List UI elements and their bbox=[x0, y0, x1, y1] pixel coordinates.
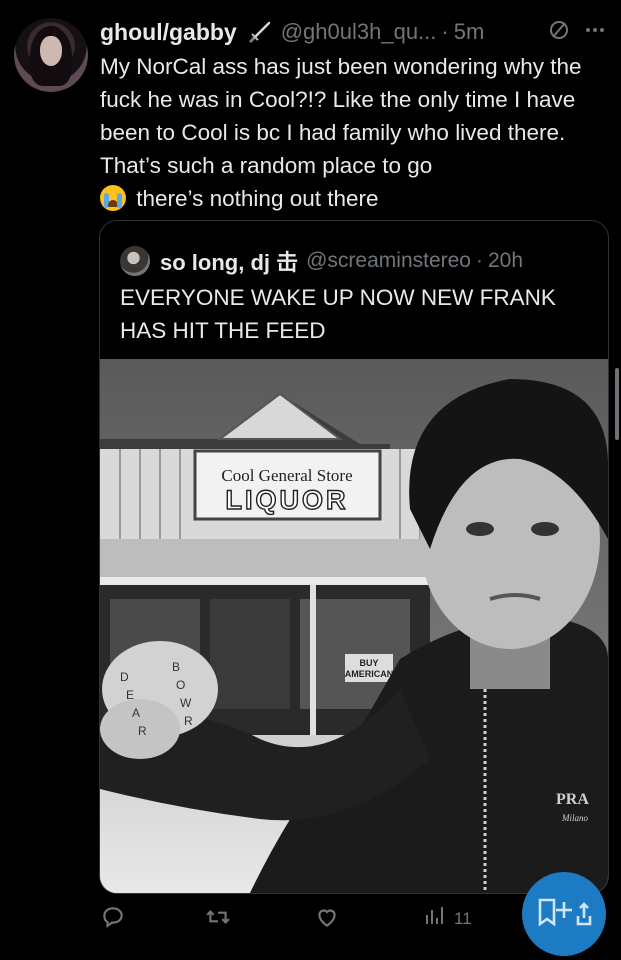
quote-text: EVERYONE WAKE UP NOW NEW FRANK HAS HIT T… bbox=[120, 285, 556, 343]
quote-header: so long, dj 击 @screaminstereo · 20h bbox=[120, 245, 598, 277]
quote-photo[interactable]: Cool General Store LIQUOR BUY AMERICAN B… bbox=[100, 359, 608, 893]
tweet-text: My NorCal ass has just been wondering wh… bbox=[100, 54, 582, 178]
bar-chart-icon bbox=[422, 904, 446, 933]
tweet-action-bar: 11 bbox=[100, 904, 500, 938]
quote-author-name[interactable]: so long, dj 击 bbox=[160, 245, 298, 277]
compose-fab[interactable] bbox=[522, 872, 606, 956]
reply-icon bbox=[100, 904, 126, 935]
loudly-crying-face-icon bbox=[100, 185, 126, 211]
knuckle-tattoo-2: O bbox=[176, 678, 185, 692]
knuckle-tattoo-1: B bbox=[172, 660, 180, 674]
like-button[interactable] bbox=[314, 904, 340, 935]
views-count: 11 bbox=[454, 908, 472, 928]
tweet-text-after-emoji: there’s nothing out there bbox=[136, 186, 379, 211]
store-sign-line1: Cool General Store bbox=[221, 466, 352, 485]
separator-dot: · bbox=[441, 19, 449, 44]
retweet-button[interactable] bbox=[204, 904, 232, 935]
knuckle-tattoo-3: W bbox=[180, 696, 192, 710]
knuckle-tattoo-8: R bbox=[138, 724, 147, 738]
scrollbar-thumb[interactable] bbox=[615, 368, 619, 440]
muted-circle-icon[interactable] bbox=[547, 18, 571, 47]
author-handle[interactable]: @gh0ul3h_qu... bbox=[281, 19, 437, 45]
heart-icon bbox=[314, 904, 340, 935]
window-sign-line1: BUY bbox=[359, 658, 378, 668]
knuckle-tattoo-7: A bbox=[132, 706, 140, 720]
dagger-icon bbox=[247, 19, 273, 45]
tweet-header: ghoul/gabby @gh0ul3h_qu... · 5m bbox=[100, 16, 607, 48]
compose-plus-icon bbox=[534, 892, 594, 937]
window-sign-line2: AMERICAN bbox=[345, 669, 394, 679]
reply-button[interactable] bbox=[100, 904, 126, 935]
quote-author-handle[interactable]: @screaminstereo bbox=[306, 249, 471, 273]
tweet-body: My NorCal ass has just been wondering wh… bbox=[100, 50, 610, 215]
author-display-name[interactable]: ghoul/gabby bbox=[100, 19, 237, 46]
more-dots-icon[interactable] bbox=[583, 18, 607, 47]
store-sign-line2: LIQUOR bbox=[226, 485, 349, 515]
views-button[interactable]: 11 bbox=[422, 904, 472, 933]
knuckle-tattoo-6: E bbox=[126, 688, 134, 702]
quote-separator-dot: · bbox=[475, 249, 483, 272]
quote-author-avatar[interactable] bbox=[120, 246, 150, 276]
quoted-tweet-card[interactable]: so long, dj 击 @screaminstereo · 20h EVER… bbox=[99, 220, 609, 894]
jacket-logo-line2: Milano bbox=[561, 813, 588, 823]
retweet-icon bbox=[204, 904, 232, 935]
knuckle-tattoo-5: D bbox=[120, 670, 129, 684]
tweet-timestamp[interactable]: 5m bbox=[454, 19, 485, 45]
author-avatar[interactable] bbox=[14, 18, 88, 92]
knuckle-tattoo-4: R bbox=[184, 714, 193, 728]
jacket-logo-line1: PRA bbox=[556, 791, 589, 808]
quote-timestamp[interactable]: 20h bbox=[488, 249, 523, 273]
